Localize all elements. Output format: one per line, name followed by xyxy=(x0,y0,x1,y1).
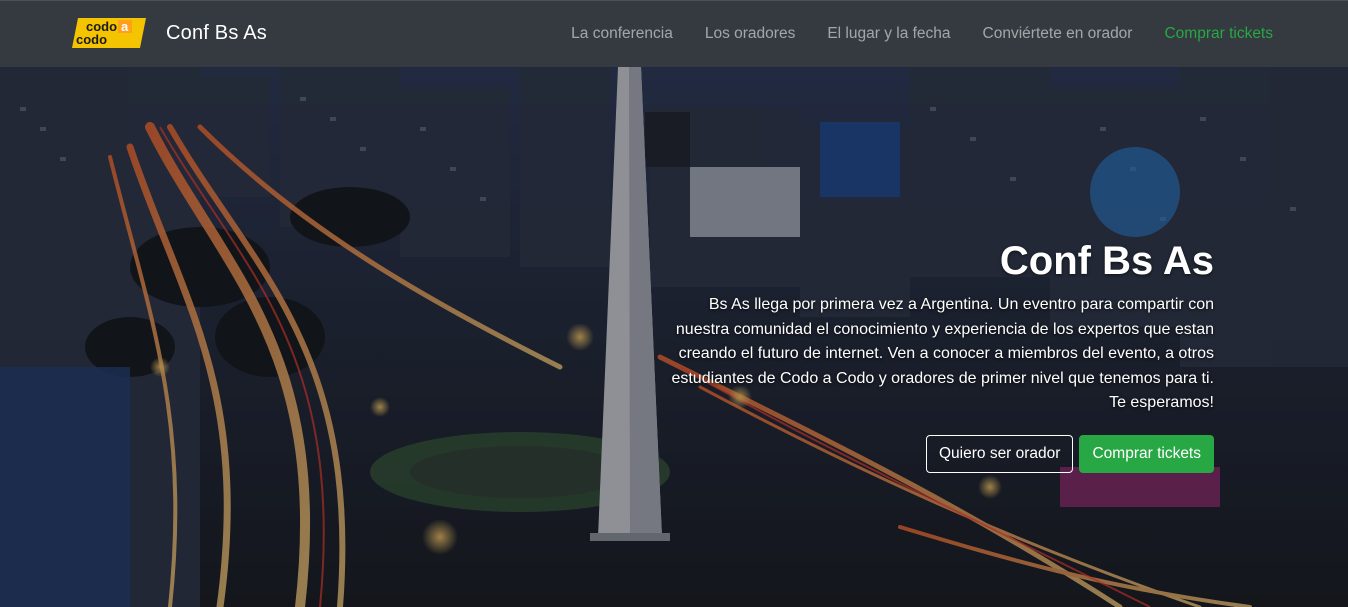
comprar-tickets-button[interactable]: Comprar tickets xyxy=(1079,434,1214,473)
codo-a-codo-logo: codo a codo xyxy=(72,18,146,48)
nav-item-conviertete-en-orador[interactable]: Conviértete en orador xyxy=(967,25,1149,43)
brand-title: Conf Bs As xyxy=(166,21,267,44)
quiero-ser-orador-button[interactable]: Quiero ser orador xyxy=(925,434,1074,473)
svg-text:codo: codo xyxy=(76,32,107,47)
main-nav: La conferencia Los oradores El lugar y l… xyxy=(555,25,1273,43)
navbar: codo a codo Conf Bs As La conferencia Lo… xyxy=(0,0,1348,67)
nav-item-los-oradores[interactable]: Los oradores xyxy=(689,25,811,43)
hero-buttons: Quiero ser orador Comprar tickets xyxy=(654,434,1214,473)
nav-item-comprar-tickets[interactable]: Comprar tickets xyxy=(1148,25,1273,43)
nav-item-el-lugar-y-la-fecha[interactable]: El lugar y la fecha xyxy=(811,25,966,43)
page: codo a codo Conf Bs As La conferencia Lo… xyxy=(0,0,1348,607)
svg-text:a: a xyxy=(121,19,129,34)
hero-description: Bs As llega por primera vez a Argentina.… xyxy=(671,296,1214,411)
brand-link[interactable]: codo a codo Conf Bs As xyxy=(72,18,267,48)
nav-item-la-conferencia[interactable]: La conferencia xyxy=(555,25,689,43)
hero-section: Conf Bs As Bs As llega por primera vez a… xyxy=(0,67,1348,607)
hero-content: Conf Bs As Bs As llega por primera vez a… xyxy=(654,239,1214,473)
hero-title: Conf Bs As xyxy=(999,239,1214,283)
